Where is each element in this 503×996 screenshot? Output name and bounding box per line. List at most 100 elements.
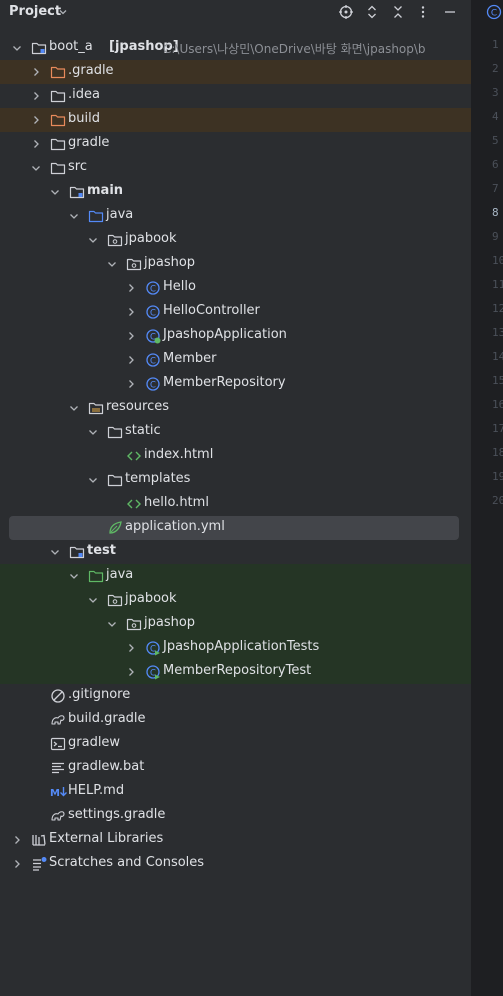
expand-all-icon[interactable]	[362, 2, 382, 22]
tree-item-label: boot_a	[49, 39, 93, 54]
tree-row-jpashop-app[interactable]: C JpashopApplication	[0, 324, 471, 348]
chevron-right-icon[interactable]	[125, 330, 137, 342]
tree-row-src[interactable]: src	[0, 156, 471, 180]
chevron-right-icon[interactable]	[125, 666, 137, 678]
tree-row-member-repo-test[interactable]: C MemberRepositoryTest	[0, 660, 471, 684]
tree-row-build-gradle[interactable]: build.gradle	[0, 708, 471, 732]
tree-row-gradle-dir[interactable]: .gradle	[0, 60, 471, 84]
module-folder-icon	[31, 40, 47, 56]
line-number: 3	[492, 86, 499, 99]
tree-row-app-tests[interactable]: C JpashopApplicationTests	[0, 636, 471, 660]
tree-row-root[interactable]: boot_a [jpashop] C:\Users\나상민\OneDrive\바탕 …	[0, 36, 471, 60]
tree-row-hello[interactable]: C Hello	[0, 276, 471, 300]
project-header: Project	[0, 0, 471, 24]
tree-row-idea[interactable]: .idea	[0, 84, 471, 108]
tree-item-label: test	[87, 543, 116, 558]
chevron-right-icon[interactable]	[125, 282, 137, 294]
package-icon	[107, 232, 123, 248]
chevron-right-icon[interactable]	[125, 642, 137, 654]
tree-item-label: HelloController	[163, 303, 260, 318]
tree-row-hello-controller[interactable]: C HelloController	[0, 300, 471, 324]
tree-row-settings-gradle[interactable]: settings.gradle	[0, 804, 471, 828]
tree-row-main[interactable]: main	[0, 180, 471, 204]
editor-gutter: C 1 2 3 4 5 6 7 8 9 10 11 12 13 14 15 16 17 18 19 20	[472, 0, 503, 996]
tree-row-test-jpabook[interactable]: jpabook	[0, 588, 471, 612]
minimize-icon[interactable]	[440, 2, 460, 22]
tree-row-external-libs[interactable]: External Libraries	[0, 828, 471, 852]
tree-row-test-java[interactable]: java	[0, 564, 471, 588]
line-number: 14	[492, 350, 503, 363]
tree-row-test[interactable]: test	[0, 540, 471, 564]
chevron-down-icon[interactable]	[49, 186, 61, 198]
tree-row-resources[interactable]: resources	[0, 396, 471, 420]
chevron-right-icon[interactable]	[30, 90, 42, 102]
tree-row-gradlew[interactable]: gradlew	[0, 732, 471, 756]
line-number: 20	[492, 494, 503, 507]
gradle-icon	[50, 712, 66, 728]
chevron-down-icon[interactable]	[11, 42, 23, 54]
tree-row-gradlew-bat[interactable]: gradlew.bat	[0, 756, 471, 780]
locate-file-icon[interactable]	[336, 2, 356, 22]
chevron-right-icon[interactable]	[125, 306, 137, 318]
chevron-down-icon[interactable]	[87, 426, 99, 438]
tree-item-label: src	[68, 159, 87, 174]
collapse-all-icon[interactable]	[388, 2, 408, 22]
more-options-icon[interactable]	[413, 2, 433, 22]
project-view-title[interactable]: Project	[9, 4, 61, 19]
html-icon	[126, 496, 142, 512]
package-icon	[126, 616, 142, 632]
chevron-down-icon[interactable]	[58, 6, 68, 21]
chevron-down-icon[interactable]	[87, 474, 99, 486]
chevron-right-icon[interactable]	[11, 834, 23, 846]
package-icon	[126, 256, 142, 272]
line-number: 15	[492, 374, 503, 387]
folder-icon	[50, 160, 66, 176]
chevron-down-icon[interactable]	[68, 402, 80, 414]
tree-row-main-jpashop[interactable]: jpashop	[0, 252, 471, 276]
tree-row-gitignore[interactable]: .gitignore	[0, 684, 471, 708]
svg-text:C: C	[150, 356, 156, 366]
line-number: 19	[492, 470, 503, 483]
chevron-right-icon[interactable]	[125, 354, 137, 366]
tree-row-scratches[interactable]: Scratches and Consoles	[0, 852, 471, 876]
tree-row-member[interactable]: C Member	[0, 348, 471, 372]
chevron-down-icon[interactable]	[106, 258, 118, 270]
chevron-down-icon[interactable]	[49, 546, 61, 558]
tree-row-hello-html[interactable]: hello.html	[0, 492, 471, 516]
tree-row-static[interactable]: static	[0, 420, 471, 444]
spring-class-tab-icon[interactable]: C	[486, 4, 502, 24]
tree-row-build[interactable]: build	[0, 108, 471, 132]
tree-row-index-html[interactable]: index.html	[0, 444, 471, 468]
project-path: C:\Users\나상민\OneDrive\바탕 화면\jpashop\b	[163, 42, 426, 56]
tree-row-help-md[interactable]: M HELP.md	[0, 780, 471, 804]
chevron-right-icon[interactable]	[11, 858, 23, 870]
chevron-down-icon[interactable]	[87, 594, 99, 606]
gradle-icon	[50, 808, 66, 824]
tree-item-label: Member	[163, 351, 217, 366]
tree-row-application-yml[interactable]: application.yml	[9, 516, 459, 540]
line-number: 1	[492, 38, 499, 51]
chevron-down-icon[interactable]	[68, 210, 80, 222]
tree-row-gradle[interactable]: gradle	[0, 132, 471, 156]
line-number: 11	[492, 278, 503, 291]
tree-row-member-repo[interactable]: C MemberRepository	[0, 372, 471, 396]
tree-item-label: HELP.md	[68, 783, 125, 798]
tree-row-templates[interactable]: templates	[0, 468, 471, 492]
chevron-down-icon[interactable]	[68, 570, 80, 582]
chevron-down-icon[interactable]	[87, 234, 99, 246]
chevron-down-icon[interactable]	[30, 162, 42, 174]
chevron-down-icon[interactable]	[106, 618, 118, 630]
markdown-icon: M	[50, 784, 67, 800]
spring-class-icon: C	[145, 328, 161, 344]
chevron-right-icon[interactable]	[30, 66, 42, 78]
tree-item-label: resources	[106, 399, 170, 414]
tree-row-main-jpabook[interactable]: jpabook	[0, 228, 471, 252]
test-module-folder-icon	[69, 544, 85, 560]
chevron-right-icon[interactable]	[30, 114, 42, 126]
chevron-right-icon[interactable]	[125, 378, 137, 390]
chevron-right-icon[interactable]	[30, 138, 42, 150]
tree-row-main-java[interactable]: java	[0, 204, 471, 228]
folder-excluded-icon	[50, 112, 66, 128]
tree-item-label: .gradle	[68, 63, 114, 78]
tree-row-test-jpashop[interactable]: jpashop	[0, 612, 471, 636]
